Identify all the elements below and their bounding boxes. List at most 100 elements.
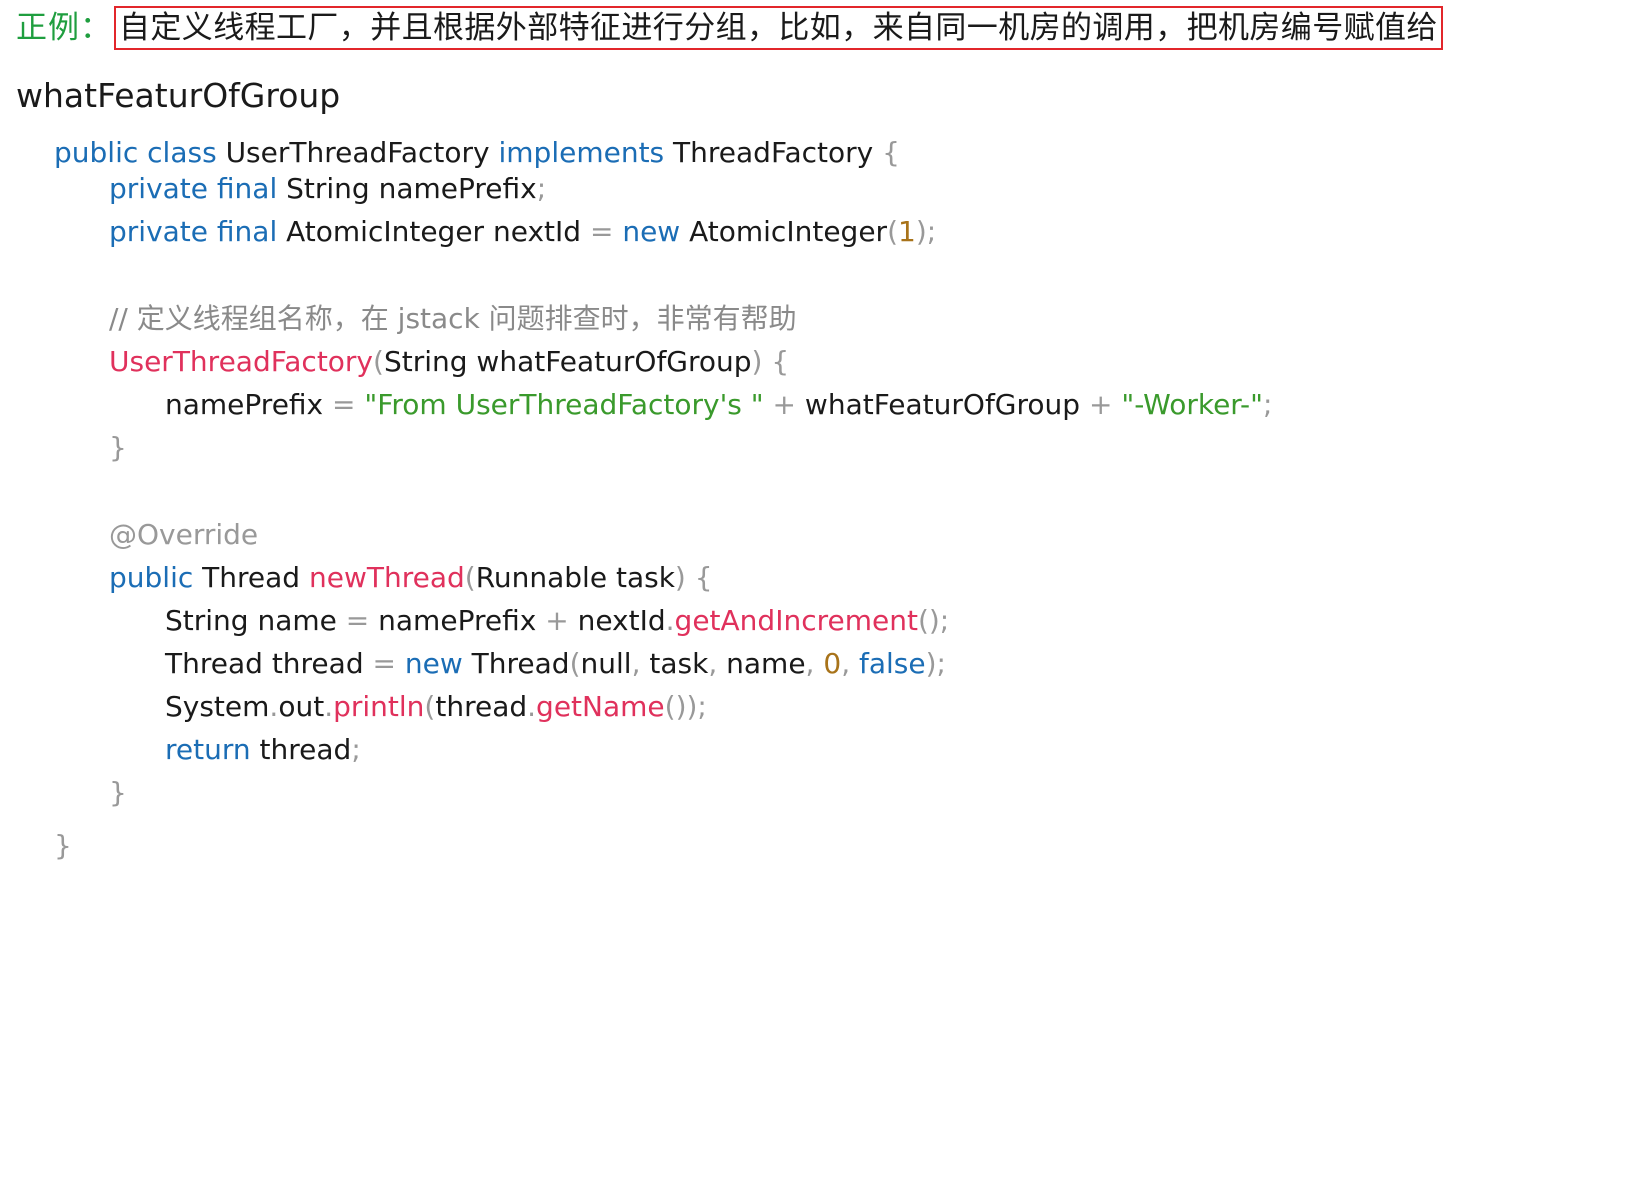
field-name: nextId: [492, 215, 582, 248]
field-name: namePrefix: [378, 604, 537, 637]
type-name: Thread: [202, 561, 301, 594]
interface-name: ThreadFactory: [673, 136, 874, 169]
type-name: String: [383, 345, 468, 378]
code-line-3: private final AtomicInteger nextId = new…: [109, 211, 936, 253]
parameter-name: whatFeaturOfGroup: [804, 388, 1081, 421]
operator: =: [345, 604, 370, 637]
type-name: Thread: [165, 647, 263, 680]
keyword: private final: [109, 215, 278, 248]
punctuation: ) {: [751, 345, 790, 378]
code-line-10: String name = namePrefix + nextId.getAnd…: [165, 600, 949, 642]
code-line-5: UserThreadFactory(String whatFeaturOfGro…: [109, 341, 789, 383]
code-line-13: return thread;: [165, 729, 361, 771]
operator: +: [772, 388, 797, 421]
punctuation: ,: [708, 647, 718, 680]
type-name: String: [286, 172, 370, 205]
punctuation: ());: [664, 690, 707, 723]
constructor-name: AtomicInteger: [689, 215, 888, 248]
variable-name: thread: [435, 690, 528, 723]
closing-brace: }: [109, 431, 127, 464]
argument: null: [580, 647, 632, 680]
operator: +: [1088, 388, 1113, 421]
constructor-name: Thread: [471, 647, 570, 680]
string-literal: "-Worker-": [1121, 388, 1264, 421]
parameter-name: whatFeaturOfGroup: [476, 345, 752, 378]
field-name: nextId: [577, 604, 666, 637]
variable-name: name: [257, 604, 337, 637]
variable-name: thread: [259, 733, 352, 766]
type-name: AtomicInteger: [286, 215, 485, 248]
punctuation: ;: [1263, 388, 1273, 421]
punctuation: .: [269, 690, 279, 723]
keyword: public: [109, 561, 194, 594]
operator: =: [372, 647, 396, 680]
group-feature-subheading: whatFeaturOfGroup: [16, 76, 341, 115]
code-line-15: }: [54, 825, 72, 867]
number-literal: 0: [823, 647, 842, 680]
keyword: return: [165, 733, 251, 766]
closing-brace: }: [54, 829, 72, 862]
argument: name: [726, 647, 806, 680]
punctuation: .: [527, 690, 537, 723]
code-comment: // 定义线程组名称，在 jstack 问题排查时，非常有帮助: [109, 302, 797, 335]
code-line-9: public Thread newThread(Runnable task) {: [109, 557, 713, 599]
example-label: 正例：: [16, 10, 112, 46]
closing-brace: }: [109, 776, 127, 809]
punctuation: ,: [631, 647, 641, 680]
keyword: new: [622, 215, 681, 248]
class-name: System: [165, 690, 270, 723]
punctuation: (: [373, 345, 384, 378]
code-line-6: namePrefix = "From UserThreadFactory's "…: [165, 384, 1272, 426]
code-block: public class UserThreadFactory implement…: [0, 132, 1648, 1188]
punctuation: .: [665, 604, 675, 637]
keyword: false: [859, 647, 926, 680]
field-name: namePrefix: [378, 172, 537, 205]
keyword: implements: [498, 136, 665, 169]
code-line-14: }: [109, 772, 127, 814]
field-name: namePrefix: [165, 388, 324, 421]
punctuation: ();: [917, 604, 950, 637]
operator: =: [332, 388, 356, 421]
punctuation: ;: [536, 172, 547, 205]
operator: =: [589, 215, 614, 248]
method-name: println: [333, 690, 425, 723]
punctuation: .: [324, 690, 334, 723]
constructor-name: UserThreadFactory: [109, 345, 374, 378]
punctuation: );: [925, 647, 946, 680]
number-literal: 1: [898, 215, 916, 248]
code-line-2: private final String namePrefix;: [109, 168, 546, 210]
method-name: newThread: [308, 561, 465, 594]
method-name: getAndIncrement: [674, 604, 918, 637]
class-name: UserThreadFactory: [225, 136, 490, 169]
code-line-8: @Override: [109, 514, 258, 556]
punctuation: ) {: [674, 561, 713, 594]
annotation: @Override: [109, 518, 259, 551]
code-line-12: System.out.println(thread.getName());: [165, 686, 707, 728]
example-heading: 正例： 自定义线程工厂，并且根据外部特征进行分组，比如，来自同一机房的调用，把机…: [16, 6, 1443, 50]
argument: task: [649, 647, 709, 680]
keyword: private final: [109, 172, 278, 205]
highlighted-description: 自定义线程工厂，并且根据外部特征进行分组，比如，来自同一机房的调用，把机房编号赋…: [114, 6, 1443, 50]
code-line-7: }: [109, 427, 127, 469]
parameter-name: task: [615, 561, 675, 594]
punctuation: ,: [841, 647, 851, 680]
field-name: out: [278, 690, 325, 723]
code-line-4: // 定义线程组名称，在 jstack 问题排查时，非常有帮助: [109, 298, 797, 340]
code-line-11: Thread thread = new Thread(null, task, n…: [165, 643, 946, 685]
punctuation: (: [569, 647, 581, 680]
operator: +: [545, 604, 569, 637]
punctuation: (: [464, 561, 476, 594]
punctuation: {: [882, 136, 900, 169]
punctuation: );: [915, 215, 937, 248]
punctuation: (: [424, 690, 436, 723]
type-name: String: [165, 604, 249, 637]
keyword: public class: [54, 136, 217, 169]
punctuation: ;: [351, 733, 361, 766]
punctuation: ,: [805, 647, 815, 680]
method-name: getName: [536, 690, 665, 723]
punctuation: (: [887, 215, 898, 248]
variable-name: thread: [271, 647, 364, 680]
keyword: new: [404, 647, 463, 680]
string-literal: "From UserThreadFactory's ": [364, 388, 764, 421]
type-name: Runnable: [475, 561, 608, 594]
